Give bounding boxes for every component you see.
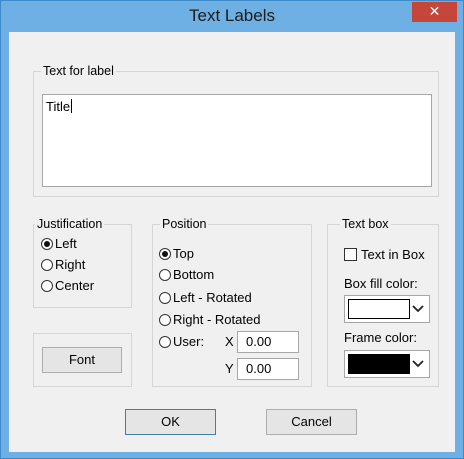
font-group: Font bbox=[33, 333, 132, 387]
radio-justify-left[interactable]: Left bbox=[41, 235, 77, 253]
text-in-box-checkbox-row[interactable]: Text in Box bbox=[344, 246, 425, 264]
close-icon: ✕ bbox=[428, 3, 441, 19]
title-bar[interactable]: Text Labels ✕ bbox=[1, 1, 463, 31]
text-box-group: Text box Text in Box Box fill color: Fra… bbox=[327, 216, 439, 387]
radio-label: Center bbox=[55, 278, 95, 293]
y-input[interactable]: 0.00 bbox=[237, 358, 299, 380]
justification-legend: Justification bbox=[35, 216, 105, 232]
radio-position-bottom[interactable]: Bottom bbox=[159, 266, 214, 284]
radio-button-checked[interactable] bbox=[41, 238, 53, 250]
box-fill-color-select[interactable] bbox=[344, 295, 430, 323]
radio-label: Left bbox=[55, 236, 77, 251]
frame-color-swatch bbox=[348, 354, 410, 374]
dialog-body: Text for label Title Justification Left … bbox=[9, 32, 455, 452]
radio-position-right-rotated[interactable]: Right - Rotated bbox=[159, 311, 260, 329]
radio-label: Bottom bbox=[173, 267, 215, 282]
justification-group: Justification Left Right Center bbox=[33, 216, 132, 308]
x-label: X bbox=[225, 334, 234, 349]
radio-position-top[interactable]: Top bbox=[159, 245, 194, 263]
chevron-down-icon bbox=[412, 305, 424, 313]
close-button[interactable]: ✕ bbox=[412, 2, 457, 22]
radio-position-user[interactable]: User: bbox=[159, 333, 204, 351]
position-legend: Position bbox=[160, 216, 209, 232]
radio-label: Top bbox=[173, 246, 194, 261]
cancel-button[interactable]: Cancel bbox=[266, 409, 357, 435]
radio-button[interactable] bbox=[159, 314, 171, 326]
radio-button[interactable] bbox=[41, 280, 53, 292]
radio-button-checked[interactable] bbox=[159, 248, 171, 260]
dialog-window: Text Labels ✕ Text for label Title Justi… bbox=[0, 0, 464, 459]
position-group: Position Top Bottom Left - Rotated Right… bbox=[152, 216, 312, 387]
frame-color-label: Frame color: bbox=[344, 330, 417, 345]
radio-position-left-rotated[interactable]: Left - Rotated bbox=[159, 289, 252, 307]
radio-justify-right[interactable]: Right bbox=[41, 256, 85, 274]
window-title: Text Labels bbox=[189, 6, 275, 25]
font-button[interactable]: Font bbox=[42, 347, 122, 373]
label-text-value: Title bbox=[46, 99, 71, 114]
text-for-label-group: Text for label Title bbox=[33, 63, 439, 197]
text-for-label-legend: Text for label bbox=[41, 63, 116, 79]
radio-label: Left - Rotated bbox=[173, 290, 252, 305]
text-caret bbox=[71, 99, 73, 113]
radio-button[interactable] bbox=[159, 269, 171, 281]
radio-button[interactable] bbox=[159, 292, 171, 304]
radio-button[interactable] bbox=[159, 336, 171, 348]
label-text-input[interactable]: Title bbox=[42, 94, 432, 187]
radio-label: Right - Rotated bbox=[173, 312, 261, 327]
chevron-down-icon bbox=[412, 360, 424, 368]
radio-label: User: bbox=[173, 334, 205, 349]
radio-justify-center[interactable]: Center bbox=[41, 277, 94, 295]
y-label: Y bbox=[225, 361, 234, 376]
fill-color-swatch bbox=[348, 299, 410, 319]
x-input[interactable]: 0.00 bbox=[237, 331, 299, 353]
ok-button[interactable]: OK bbox=[125, 409, 216, 435]
text-in-box-label: Text in Box bbox=[361, 247, 425, 262]
radio-button[interactable] bbox=[41, 259, 53, 271]
box-fill-color-label: Box fill color: bbox=[344, 276, 418, 291]
frame-color-select[interactable] bbox=[344, 350, 430, 378]
text-box-legend: Text box bbox=[340, 216, 391, 232]
text-in-box-checkbox[interactable] bbox=[344, 248, 357, 261]
radio-label: Right bbox=[55, 257, 86, 272]
